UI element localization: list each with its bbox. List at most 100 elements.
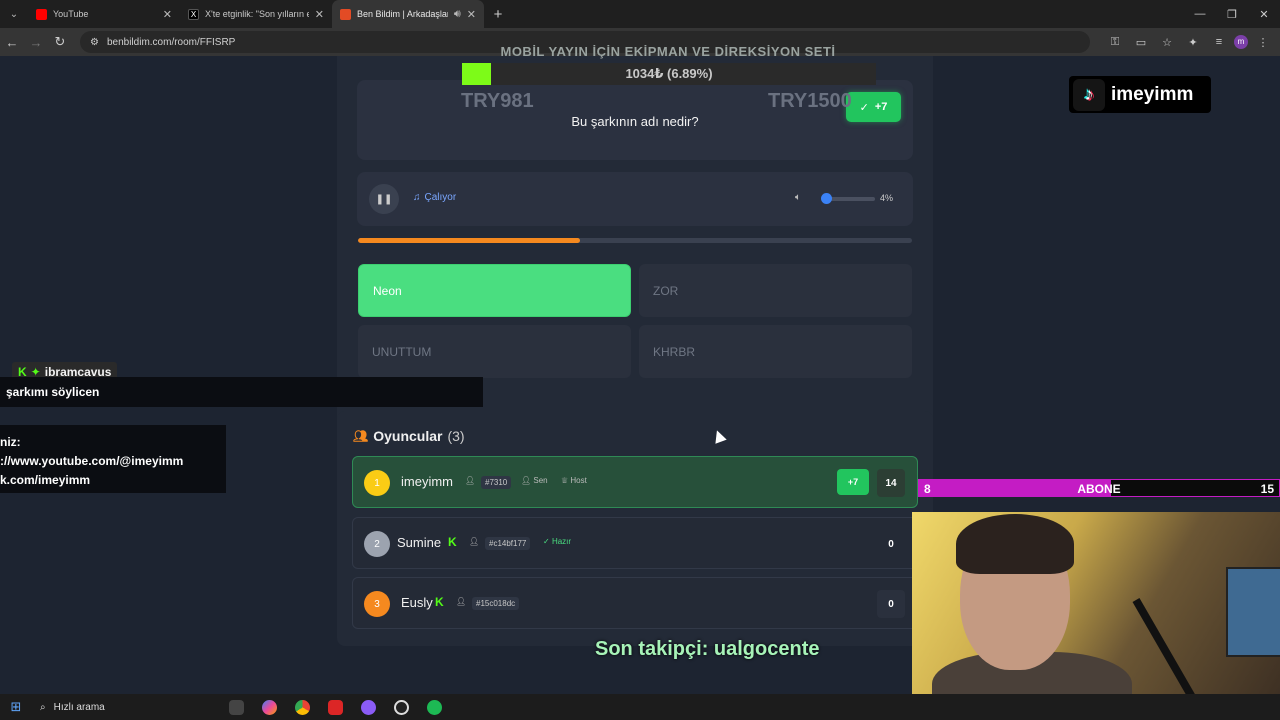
players-title: Oyuncular xyxy=(373,428,443,444)
music-note-icon: ♫ xyxy=(413,192,421,203)
extensions-icon[interactable]: ✦ xyxy=(1182,36,1204,49)
benbildim-icon xyxy=(340,8,351,20)
pause-button[interactable]: ❚❚ xyxy=(369,184,399,214)
password-key-icon[interactable]: ⚿ xyxy=(1104,36,1126,49)
rank-badge: 1 xyxy=(364,470,390,496)
users-icon: 👥︎ xyxy=(353,429,369,443)
volume-slider-handle[interactable] xyxy=(821,193,832,204)
points-gained-value: +7 xyxy=(874,101,888,113)
speaker-icon[interactable]: 🔊︎ xyxy=(454,8,461,21)
cast-icon[interactable]: ▭ xyxy=(1130,36,1152,49)
taskbar-search-text: Hızlı arama xyxy=(53,701,105,713)
answer-option-2[interactable]: ZOR xyxy=(639,264,912,317)
subscriber-goal-label: ABONE xyxy=(1077,482,1121,496)
time-progress-fill xyxy=(358,238,580,243)
tiktok-username: imeyimm xyxy=(1111,83,1194,105)
social-line: k.com/imeyimm xyxy=(0,473,91,487)
spotify-icon[interactable] xyxy=(418,694,451,720)
tab-title: YouTube xyxy=(53,9,89,19)
subscriber-goal-target: 15 xyxy=(1260,482,1274,496)
reading-list-icon[interactable]: ≡ xyxy=(1208,36,1230,48)
taskbar-search[interactable]: ⌕ Hızlı arama xyxy=(32,697,220,717)
webcam-person-hair xyxy=(956,514,1074,574)
points-gained-badge: ✓ +7 xyxy=(846,92,901,122)
donation-goal-title: MOBİL YAYIN İÇİN EKİPMAN VE DİREKSİYON S… xyxy=(500,44,836,59)
close-tab-icon[interactable]: ✕ xyxy=(467,8,476,21)
player-name: Eusly xyxy=(401,595,433,610)
rank-badge: 3 xyxy=(364,591,390,617)
restore-icon[interactable]: ❐ xyxy=(1216,0,1248,28)
toolbar-actions: ⚿ ▭ ☆ ✦ ≡ m ⋮ xyxy=(1104,28,1274,56)
new-tab-button[interactable]: + xyxy=(484,6,512,23)
social-links-panel: niz: ://www.youtube.com/@imeyimm k.com/i… xyxy=(0,425,226,493)
check-icon: ✓ xyxy=(859,101,869,114)
close-tab-icon[interactable]: ✕ xyxy=(315,8,324,21)
host-label: ♕ Host xyxy=(561,476,587,485)
site-info-icon[interactable]: ⚙ xyxy=(90,37,99,48)
minimize-icon[interactable]: — xyxy=(1184,0,1216,28)
tiktok-icon: ♪ xyxy=(1073,78,1105,111)
social-line: niz: xyxy=(0,435,21,449)
tab-title: Ben Bildim | Arkadaşlarınla xyxy=(357,9,448,19)
players-count: (3) xyxy=(447,428,465,444)
tab-youtube[interactable]: YouTube ✕ xyxy=(28,0,180,28)
forward-icon[interactable]: → xyxy=(24,35,48,50)
x-icon: X xyxy=(188,8,199,20)
webcam-feed xyxy=(912,512,1280,720)
player-row: 3 Eusly K 👤︎ #15c018dc 0 xyxy=(352,577,918,629)
tiktok-badge: ♪ imeyimm xyxy=(1069,76,1211,113)
tab-title: X'te etginlik: "Son yılların en he xyxy=(205,9,309,19)
host-text: Host xyxy=(570,476,587,485)
office-app-icon[interactable] xyxy=(319,694,352,720)
tab-benbildim[interactable]: Ben Bildim | Arkadaşlarınla 🔊︎ ✕ xyxy=(332,0,484,28)
donation-goal-amount: 1034₺ (6.89%) xyxy=(625,66,713,81)
donation-goal-start: TRY981 xyxy=(461,90,534,112)
add-friend-icon[interactable]: 👤︎ xyxy=(469,537,479,546)
player-tag: #15c018dc xyxy=(472,597,520,610)
menu-dots-icon[interactable]: ⋮ xyxy=(1252,36,1274,49)
you-label: 👤︎ Sen xyxy=(521,476,548,485)
player-name: imeyimm xyxy=(401,474,453,489)
search-icon: ⌕ xyxy=(40,701,46,713)
ready-label: ✓ Hazır xyxy=(543,537,572,546)
answer-option-3[interactable]: UNUTTUM xyxy=(358,325,631,378)
tab-x[interactable]: X X'te etginlik: "Son yılların en he ✕ xyxy=(180,0,332,28)
subscriber-goal-bar: ABONE 8 15 xyxy=(918,479,1280,497)
youtube-icon xyxy=(36,8,47,20)
players-header: 👥︎ Oyuncular (3) xyxy=(353,428,465,444)
player-score: 0 xyxy=(877,590,905,618)
reload-icon[interactable]: ↻ xyxy=(48,34,72,50)
you-text: Sen xyxy=(533,476,548,485)
webcam-monitor xyxy=(1226,567,1280,657)
window-controls: — ❐ ✕ xyxy=(1184,0,1280,28)
user-icon: 👤︎ xyxy=(465,476,476,485)
rank-badge: 2 xyxy=(364,531,390,557)
profile-avatar[interactable]: m xyxy=(1234,35,1248,49)
volume-slider[interactable] xyxy=(827,197,875,201)
add-friend-icon[interactable]: 👤︎ xyxy=(456,597,466,606)
tab-search-icon[interactable]: ⌄ xyxy=(0,0,28,28)
player-score: 0 xyxy=(888,538,894,550)
kick-icon: K xyxy=(435,595,444,609)
purple-app-icon[interactable] xyxy=(352,694,385,720)
answer-option-4[interactable]: KHRBR xyxy=(639,325,912,378)
chrome-icon[interactable] xyxy=(286,694,319,720)
volume-icon[interactable]: 🔈︎ xyxy=(795,192,801,203)
task-view-icon[interactable] xyxy=(220,694,253,720)
windows-start-icon[interactable]: ⊞ xyxy=(0,699,32,715)
subscriber-goal-current: 8 xyxy=(924,482,931,496)
question-text: Bu şarkının adı nedir? xyxy=(571,114,699,129)
obs-icon[interactable] xyxy=(385,694,418,720)
close-window-icon[interactable]: ✕ xyxy=(1248,0,1280,28)
copilot-icon[interactable] xyxy=(253,694,286,720)
player-row: 2 Sumine K 👤︎ #c14bf177 ✓ Hazır 0 xyxy=(352,517,918,569)
close-tab-icon[interactable]: ✕ xyxy=(163,8,172,21)
answer-option-1[interactable]: Neon xyxy=(358,264,631,317)
player-tag: #c14bf177 xyxy=(485,537,531,550)
browser-tabbar: ⌄ YouTube ✕ X X'te etginlik: "Son yıllar… xyxy=(0,0,1280,28)
volume-percent: 4% xyxy=(880,193,894,203)
back-icon[interactable]: ← xyxy=(0,35,24,50)
bookmark-star-icon[interactable]: ☆ xyxy=(1156,36,1178,49)
donation-goal-target: TRY1500 xyxy=(768,90,852,112)
webcam-mic-arm xyxy=(1132,598,1200,706)
